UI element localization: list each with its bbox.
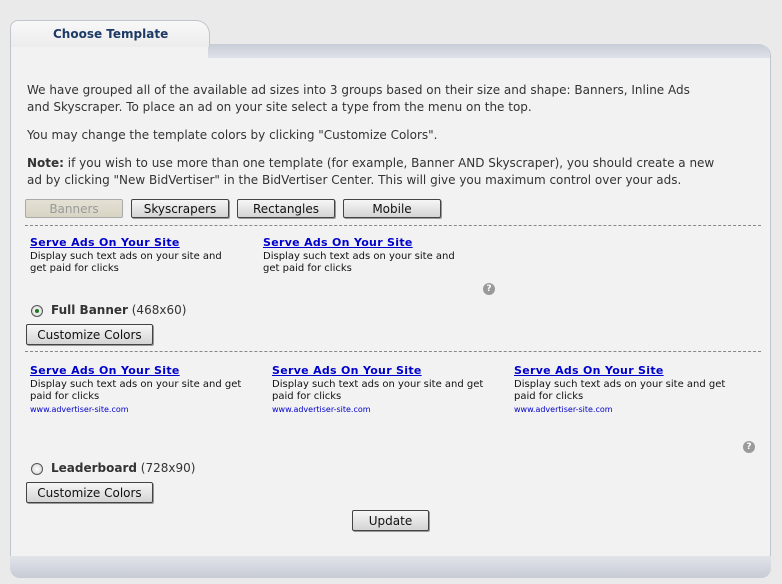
ad-description: Display such text ads on your site and g… — [272, 379, 512, 403]
ad-desc-line: paid for clicks — [514, 391, 584, 402]
ad-title-link[interactable]: Serve Ads On Your Site — [30, 237, 222, 249]
intro-line-1: We have grouped all of the available ad … — [27, 83, 690, 97]
ad-desc-line: Display such text ads on your site and — [263, 251, 455, 262]
leaderboard-label: Leaderboard (728x90) — [51, 461, 195, 475]
ad-desc-line: paid for clicks — [30, 391, 100, 402]
ad-desc-line: Display such text ads on your site and g… — [30, 379, 242, 390]
help-icon[interactable]: ? — [743, 441, 755, 453]
tab-mobile[interactable]: Mobile — [343, 199, 441, 218]
tab-banners[interactable]: Banners — [25, 199, 123, 218]
ad-preview: Serve Ads On Your Site Display such text… — [30, 365, 270, 416]
note-label: Note: — [27, 156, 64, 170]
option-name: Full Banner — [51, 303, 128, 317]
tab-choose-template[interactable]: Choose Template — [10, 20, 210, 47]
panel-header-bar — [208, 44, 770, 58]
note-line-1: if you wish to use more than one templat… — [63, 156, 715, 170]
intro-paragraph: We have grouped all of the available ad … — [27, 82, 757, 116]
ad-description: Display such text ads on your site and g… — [514, 379, 754, 403]
ad-title-link[interactable]: Serve Ads On Your Site — [30, 365, 270, 377]
ad-title-link[interactable]: Serve Ads On Your Site — [514, 365, 754, 377]
tab-label: Choose Template — [53, 27, 169, 41]
note-paragraph: Note: if you wish to use more than one t… — [27, 155, 757, 189]
ad-desc-line: get paid for clicks — [263, 263, 352, 274]
option-size: (728x90) — [136, 461, 196, 475]
ad-url[interactable]: www.advertiser-site.com — [514, 404, 754, 416]
ad-desc-line: paid for clicks — [272, 391, 342, 402]
ad-preview: Serve Ads On Your Site Display such text… — [30, 237, 222, 275]
ad-title-link[interactable]: Serve Ads On Your Site — [272, 365, 512, 377]
ad-url[interactable]: www.advertiser-site.com — [30, 404, 270, 416]
full-banner-label: Full Banner (468x60) — [51, 303, 186, 317]
template-chooser: Choose Template We have grouped all of t… — [10, 20, 771, 580]
ad-desc-line: Display such text ads on your site and g… — [514, 379, 726, 390]
option-size: (468x60) — [127, 303, 187, 317]
full-banner-radio[interactable] — [31, 305, 43, 317]
customize-colors-button[interactable]: Customize Colors — [26, 482, 153, 503]
customize-hint: You may change the template colors by cl… — [27, 128, 438, 142]
tab-rectangles[interactable]: Rectangles — [237, 199, 335, 218]
tab-skyscrapers[interactable]: Skyscrapers — [131, 199, 229, 218]
leaderboard-radio[interactable] — [31, 463, 43, 475]
panel-footer-bar — [10, 556, 771, 578]
ad-preview: Serve Ads On Your Site Display such text… — [263, 237, 455, 275]
panel: We have grouped all of the available ad … — [10, 44, 771, 557]
help-icon[interactable]: ? — [483, 283, 495, 295]
ad-description: Display such text ads on your site and g… — [30, 379, 270, 403]
ad-desc-line: Display such text ads on your site and — [30, 251, 222, 262]
ad-url[interactable]: www.advertiser-site.com — [272, 404, 512, 416]
option-name: Leaderboard — [51, 461, 137, 475]
ad-preview: Serve Ads On Your Site Display such text… — [272, 365, 512, 416]
update-button[interactable]: Update — [352, 510, 429, 531]
ad-preview: Serve Ads On Your Site Display such text… — [514, 365, 754, 416]
ad-title-link[interactable]: Serve Ads On Your Site — [263, 237, 455, 249]
ad-desc-line: get paid for clicks — [30, 263, 119, 274]
divider — [25, 351, 761, 352]
ad-description: Display such text ads on your site and g… — [263, 251, 455, 275]
ad-description: Display such text ads on your site and g… — [30, 251, 222, 275]
divider — [25, 225, 761, 226]
customize-colors-button[interactable]: Customize Colors — [26, 324, 153, 345]
ad-desc-line: Display such text ads on your site and g… — [272, 379, 484, 390]
intro-line-2: and Skyscraper. To place an ad on your s… — [27, 100, 532, 114]
note-line-2: ad by clicking "New BidVertiser" in the … — [27, 173, 682, 187]
